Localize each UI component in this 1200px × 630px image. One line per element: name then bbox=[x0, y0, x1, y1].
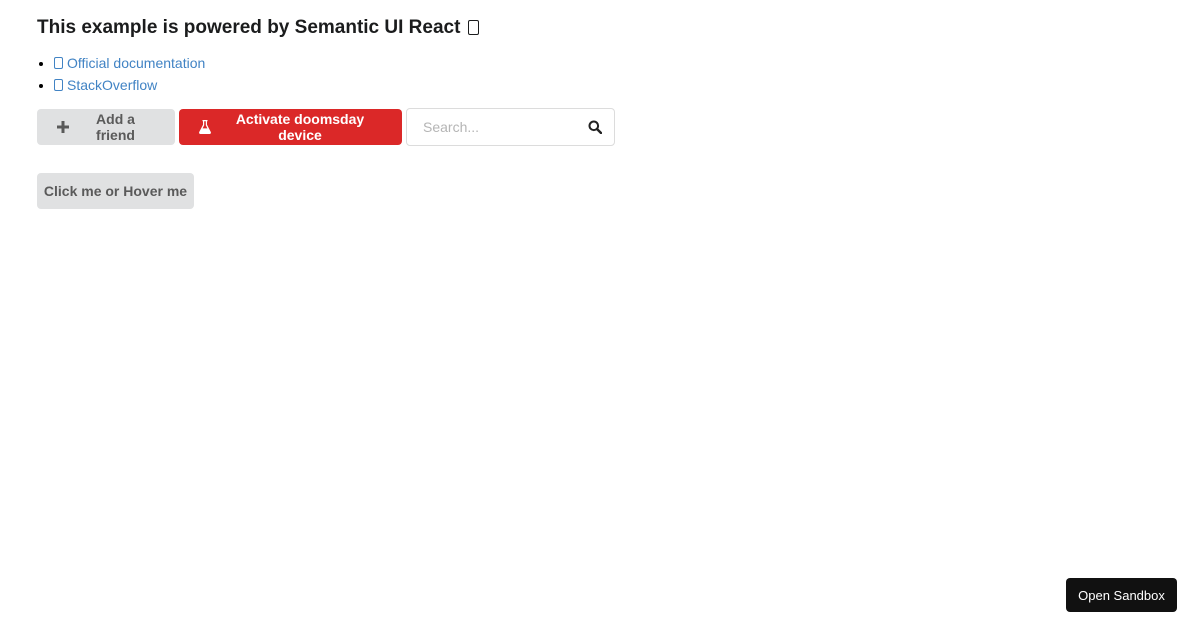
list-item: StackOverflow bbox=[54, 74, 737, 96]
link-list: Official documentation StackOverflow bbox=[37, 52, 737, 96]
search-icon[interactable] bbox=[588, 120, 603, 139]
plus-icon bbox=[57, 120, 69, 133]
activate-doomsday-button[interactable]: Activate doomsday device bbox=[179, 108, 402, 145]
missing-glyph-icon bbox=[54, 79, 63, 91]
click-or-hover-button[interactable]: Click me or Hover me bbox=[37, 173, 194, 209]
add-friend-label: Add a friend bbox=[96, 110, 135, 143]
list-item: Official documentation bbox=[54, 52, 737, 74]
official-documentation-link[interactable]: Official documentation bbox=[54, 55, 205, 71]
example-container: This example is powered by Semantic UI R… bbox=[37, 14, 737, 209]
stackoverflow-link[interactable]: StackOverflow bbox=[54, 77, 157, 93]
search-input[interactable] bbox=[421, 108, 595, 145]
action-row: Add a friend Activate doomsday device bbox=[37, 107, 615, 146]
doomsday-label: Activate doomsday device bbox=[235, 110, 365, 143]
missing-glyph-icon bbox=[54, 57, 63, 69]
link-label: Official documentation bbox=[67, 55, 206, 71]
page-title-text: This example is powered by Semantic UI R… bbox=[37, 17, 461, 38]
page-title: This example is powered by Semantic UI R… bbox=[37, 14, 737, 42]
add-friend-button[interactable]: Add a friend bbox=[37, 108, 175, 145]
search-box bbox=[406, 107, 615, 146]
missing-glyph-icon bbox=[467, 20, 479, 35]
flask-icon bbox=[199, 119, 211, 134]
open-sandbox-button[interactable]: Open Sandbox bbox=[1066, 578, 1177, 612]
link-label: StackOverflow bbox=[67, 77, 158, 93]
